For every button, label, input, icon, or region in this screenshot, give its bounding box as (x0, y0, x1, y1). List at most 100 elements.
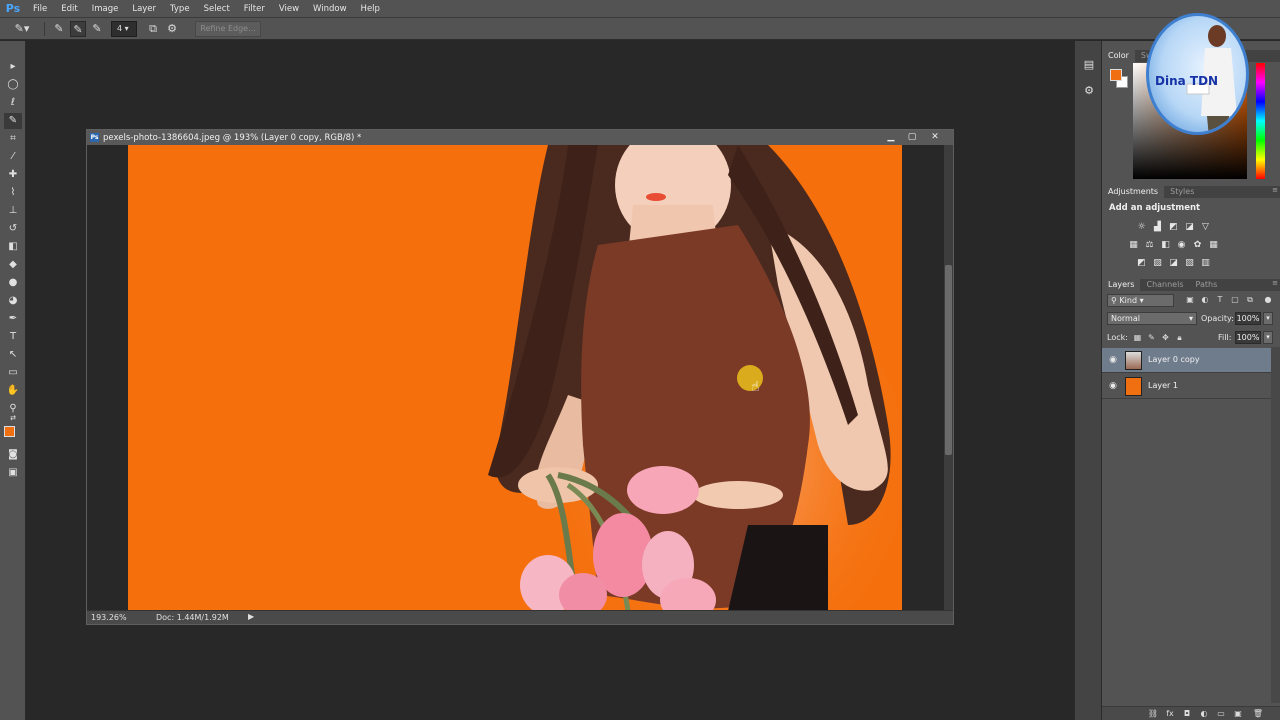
invert-icon[interactable]: ◩ (1135, 257, 1148, 269)
move-tool-icon[interactable]: ▸ (4, 59, 22, 75)
lock-image-pixels-icon[interactable]: ✎ (1146, 332, 1157, 343)
blend-mode-select[interactable]: Normal ▾ (1107, 312, 1197, 325)
tab-color[interactable]: Color (1102, 50, 1135, 62)
menu-type[interactable]: Type (163, 4, 197, 14)
healing-brush-tool-icon[interactable]: ✚ (4, 167, 22, 183)
swap-colors-icon[interactable]: ⇄ (4, 413, 22, 423)
filter-toggle-icon[interactable]: ● (1262, 294, 1274, 306)
menu-layer[interactable]: Layer (125, 4, 163, 14)
crop-tool-icon[interactable]: ⌗ (4, 131, 22, 147)
add-to-selection-brush-icon[interactable]: ✎ (70, 21, 86, 37)
history-panel-icon[interactable]: ▤ (1081, 57, 1097, 73)
color-panel-foreground-swatch[interactable] (1110, 69, 1122, 81)
new-group-icon[interactable]: ▭ (1215, 708, 1227, 720)
lasso-tool-icon[interactable]: ℓ (4, 95, 22, 111)
blur-tool-icon[interactable]: ● (4, 275, 22, 291)
black-white-icon[interactable]: ◧ (1159, 239, 1172, 251)
screen-mode-icon[interactable]: ▣ (4, 465, 22, 481)
selective-color-icon[interactable]: ▧ (1183, 257, 1196, 269)
layer-row-layer-1[interactable]: ◉ Layer 1 (1102, 374, 1271, 399)
threshold-icon[interactable]: ◪ (1167, 257, 1180, 269)
channel-mixer-icon[interactable]: ✿ (1191, 239, 1204, 251)
subtract-from-selection-brush-icon[interactable]: ✎ (89, 21, 105, 37)
curves-icon[interactable]: ◩ (1167, 221, 1180, 233)
shape-layer-filter-icon[interactable]: ▢ (1229, 294, 1241, 306)
panel-menu-icon[interactable]: ≡ (1272, 186, 1278, 194)
levels-icon[interactable]: ▟ (1151, 221, 1164, 233)
brush-size-picker[interactable]: 4 ▾ (111, 21, 137, 37)
add-mask-icon[interactable]: ◘ (1181, 708, 1193, 720)
color-lookup-icon[interactable]: ▦ (1207, 239, 1220, 251)
layer-style-fx-icon[interactable]: fx (1164, 708, 1176, 720)
tab-channels[interactable]: Channels (1140, 279, 1189, 291)
quick-mask-icon[interactable]: ◙ (4, 447, 22, 463)
fill-dropdown-icon[interactable]: ▾ (1263, 331, 1273, 344)
menu-view[interactable]: View (272, 4, 306, 14)
lock-position-icon[interactable]: ✥ (1160, 332, 1171, 343)
hue-slider[interactable] (1256, 63, 1265, 179)
zoom-level[interactable]: 193.26% (91, 613, 127, 622)
photo-filter-icon[interactable]: ◉ (1175, 239, 1188, 251)
type-layer-filter-icon[interactable]: T (1214, 294, 1226, 306)
marquee-tool-icon[interactable]: ◯ (4, 77, 22, 93)
document-titlebar[interactable]: Ps pexels-photo-1386604.jpeg @ 193% (Lay… (87, 130, 953, 145)
menu-file[interactable]: File (26, 4, 54, 14)
status-menu-arrow-icon[interactable]: ▶ (248, 612, 254, 621)
tab-adjustments[interactable]: Adjustments (1102, 186, 1165, 198)
menu-edit[interactable]: Edit (54, 4, 84, 14)
delete-layer-icon[interactable]: 🗑︎ (1252, 708, 1264, 720)
auto-enhance-icon[interactable]: ⚙ (164, 21, 180, 37)
close-icon[interactable]: ✕ (928, 131, 942, 143)
pixel-layer-filter-icon[interactable]: ▣ (1184, 294, 1196, 306)
hand-tool-icon[interactable]: ✋ (4, 383, 22, 399)
adjustment-layer-filter-icon[interactable]: ◐ (1199, 294, 1211, 306)
link-layers-icon[interactable]: ⛓ (1147, 708, 1159, 720)
canvas-area[interactable]: ☝ (87, 145, 944, 611)
tab-paths[interactable]: Paths (1190, 279, 1224, 291)
menu-help[interactable]: Help (354, 4, 387, 14)
paint-bucket-tool-icon[interactable]: ◆ (4, 257, 22, 273)
layer-filter-kind-select[interactable]: ⚲ Kind ▾ (1107, 294, 1174, 307)
fill-field[interactable]: 100% (1235, 331, 1261, 344)
sample-all-layers-icon[interactable]: ⧉ (145, 21, 161, 37)
menu-filter[interactable]: Filter (237, 4, 272, 14)
maximize-icon[interactable]: ▢ (905, 131, 919, 143)
tab-styles[interactable]: Styles (1164, 186, 1200, 198)
minimize-icon[interactable]: ▁ (884, 131, 898, 143)
layer-visibility-eye-icon[interactable]: ◉ (1107, 380, 1119, 392)
exposure-icon[interactable]: ◪ (1183, 221, 1196, 233)
quick-selection-tool-preset-icon[interactable]: ✎▾ (14, 21, 30, 37)
eyedropper-tool-icon[interactable]: ⁄ (4, 149, 22, 165)
menu-select[interactable]: Select (197, 4, 237, 14)
path-selection-tool-icon[interactable]: ↖ (4, 347, 22, 363)
document-vertical-scrollbar[interactable] (944, 145, 953, 611)
quick-selection-tool-icon[interactable]: ✎ (4, 113, 22, 129)
foreground-color-swatch[interactable] (4, 426, 15, 437)
hue-saturation-icon[interactable]: ▦ (1127, 239, 1140, 251)
gradient-map-icon[interactable]: ▥ (1199, 257, 1212, 269)
opacity-field[interactable]: 100% (1235, 312, 1261, 325)
refine-edge-button[interactable]: Refine Edge... (195, 21, 261, 37)
layers-scrollbar[interactable] (1271, 347, 1280, 703)
menu-image[interactable]: Image (85, 4, 126, 14)
brightness-contrast-icon[interactable]: ☼ (1135, 221, 1148, 233)
layer-row-layer-0-copy[interactable]: ◉ Layer 0 copy (1102, 348, 1271, 373)
layer-visibility-eye-icon[interactable]: ◉ (1107, 354, 1119, 366)
lock-all-icon[interactable]: 🔒︎ (1174, 332, 1185, 343)
clone-stamp-tool-icon[interactable]: ⊥ (4, 203, 22, 219)
menu-window[interactable]: Window (306, 4, 354, 14)
document-scroll-thumb[interactable] (945, 265, 952, 455)
eraser-tool-icon[interactable]: ◧ (4, 239, 22, 255)
canvas-photo[interactable]: ☝ (128, 145, 902, 611)
lock-transparent-pixels-icon[interactable]: ▦ (1132, 332, 1143, 343)
vibrance-icon[interactable]: ▽ (1199, 221, 1212, 233)
opacity-dropdown-icon[interactable]: ▾ (1263, 312, 1273, 325)
brush-tool-icon[interactable]: ⌇ (4, 185, 22, 201)
type-tool-icon[interactable]: T (4, 329, 22, 345)
new-selection-brush-icon[interactable]: ✎ (51, 21, 67, 37)
properties-panel-icon[interactable]: ⚙ (1081, 83, 1097, 99)
history-brush-tool-icon[interactable]: ↺ (4, 221, 22, 237)
tab-layers[interactable]: Layers (1102, 279, 1141, 291)
new-layer-icon[interactable]: ▣ (1232, 708, 1244, 720)
pen-tool-icon[interactable]: ✒ (4, 311, 22, 327)
